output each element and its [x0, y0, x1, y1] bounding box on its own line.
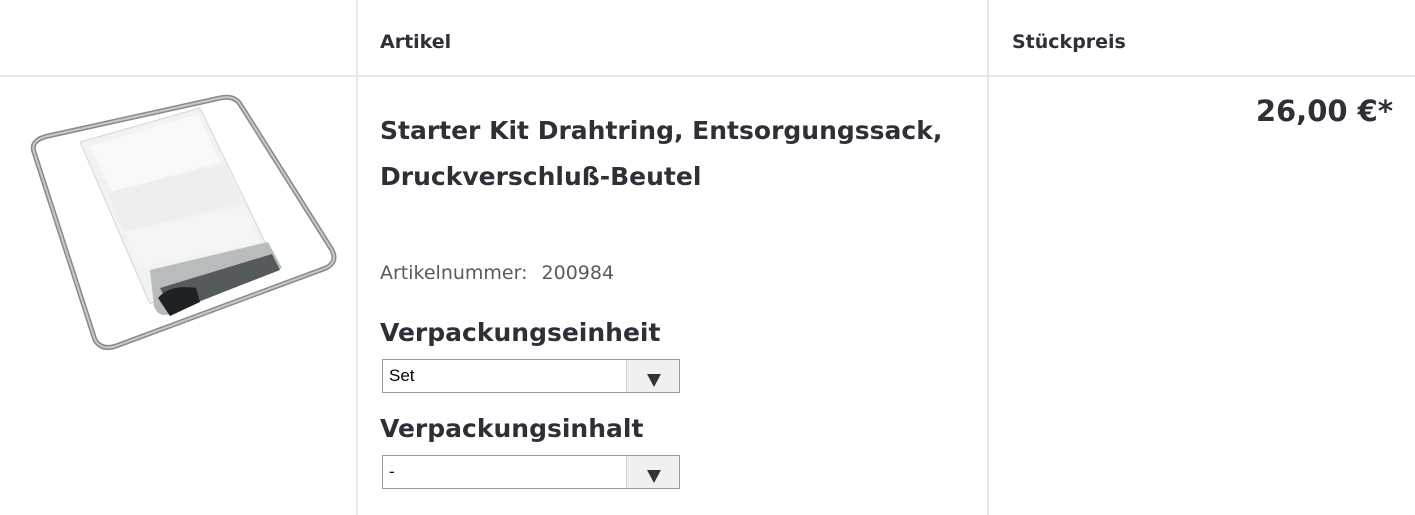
header-divider: [0, 75, 1415, 77]
column-header-article: Artikel: [380, 31, 452, 53]
packaging-unit-select[interactable]: Set: [382, 359, 680, 393]
article-number-value: 200984: [541, 262, 615, 284]
product-title[interactable]: Starter Kit Drahtring, Entsorgungssack, …: [380, 108, 960, 200]
packaging-unit-selected: Set: [389, 366, 415, 385]
column-divider-right: [987, 0, 989, 515]
chevron-down-icon: [647, 374, 661, 387]
packaging-content-selected: -: [389, 462, 395, 481]
column-header-unit-price: Stückpreis: [1012, 31, 1126, 53]
packaging-content-label: Verpackungsinhalt: [380, 414, 644, 443]
packaging-unit-label: Verpackungseinheit: [380, 318, 661, 347]
chevron-down-icon: [647, 470, 661, 483]
packaging-content-select[interactable]: -: [382, 455, 680, 489]
dropdown-toggle[interactable]: [626, 360, 679, 392]
article-number-label: Artikelnummer:: [380, 262, 528, 284]
product-bag-icon: [30, 94, 337, 350]
column-divider-left: [356, 0, 358, 515]
product-image[interactable]: [20, 92, 340, 354]
dropdown-toggle[interactable]: [626, 456, 679, 488]
unit-price: 26,00 €*: [1255, 94, 1393, 128]
article-number-row: Artikelnummer: 200984: [380, 262, 614, 284]
